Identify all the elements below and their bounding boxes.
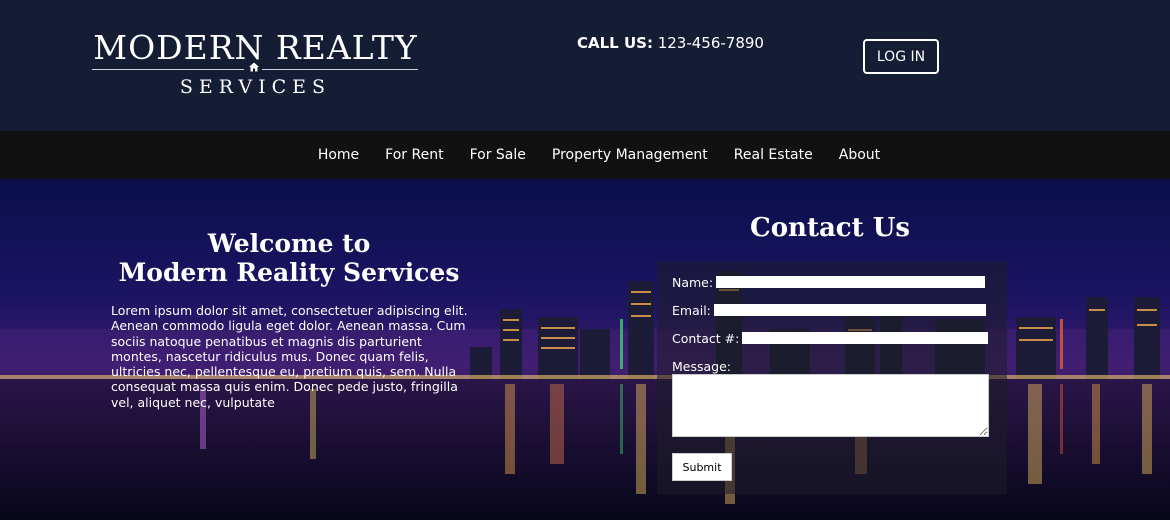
welcome-body-text: Lorem ipsum dolor sit amet, consectetuer… [111,303,468,410]
message-row: Message: [672,358,734,374]
nav-item-about[interactable]: About [839,147,880,163]
nav-list: Home For Rent For Sale Property Manageme… [0,131,1170,179]
welcome-line-1: Welcome to [207,229,371,258]
email-row: Email: [672,302,986,318]
contact-number-field[interactable] [742,332,989,344]
call-us-label: CALL US: [577,34,653,52]
name-row: Name: [672,274,986,290]
welcome-heading: Welcome to Modern Reality Services [108,229,470,287]
call-us: CALL US: 123-456-7890 [577,34,764,52]
logo-subtitle: SERVICES [179,76,332,98]
nav-item-for-sale[interactable]: For Sale [470,147,526,163]
contact-number-row: Contact #: [672,330,989,346]
house-icon [249,62,259,72]
welcome-line-2: Modern Reality Services [118,258,460,287]
message-label: Message: [672,358,731,374]
logo-rule-right [262,69,418,70]
submit-button[interactable]: Submit [672,453,732,481]
contact-title: Contact Us [750,213,910,243]
name-field[interactable] [716,276,986,288]
contact-number-label: Contact #: [672,330,740,346]
login-button[interactable]: LOG IN [863,39,939,74]
logo-rule-left [92,69,244,70]
nav-item-for-rent[interactable]: For Rent [385,147,443,163]
hero-section: Welcome to Modern Reality Services Lorem… [0,179,1170,520]
contact-form: Name: Email: Contact #: Message: Submit [657,261,1007,494]
name-label: Name: [672,274,714,290]
message-textarea[interactable] [672,374,989,437]
site-header: MODERN REALTY SERVICES CALL US: 123-456-… [0,0,1170,131]
nav-item-property-management[interactable]: Property Management [552,147,708,163]
email-field[interactable] [713,304,986,316]
email-label: Email: [672,302,711,318]
site-logo[interactable]: MODERN REALTY SERVICES [68,28,443,100]
nav-item-real-estate[interactable]: Real Estate [734,147,813,163]
main-nav: Home For Rent For Sale Property Manageme… [0,131,1170,179]
phone-number[interactable]: 123-456-7890 [658,34,764,52]
nav-item-home[interactable]: Home [318,147,359,163]
